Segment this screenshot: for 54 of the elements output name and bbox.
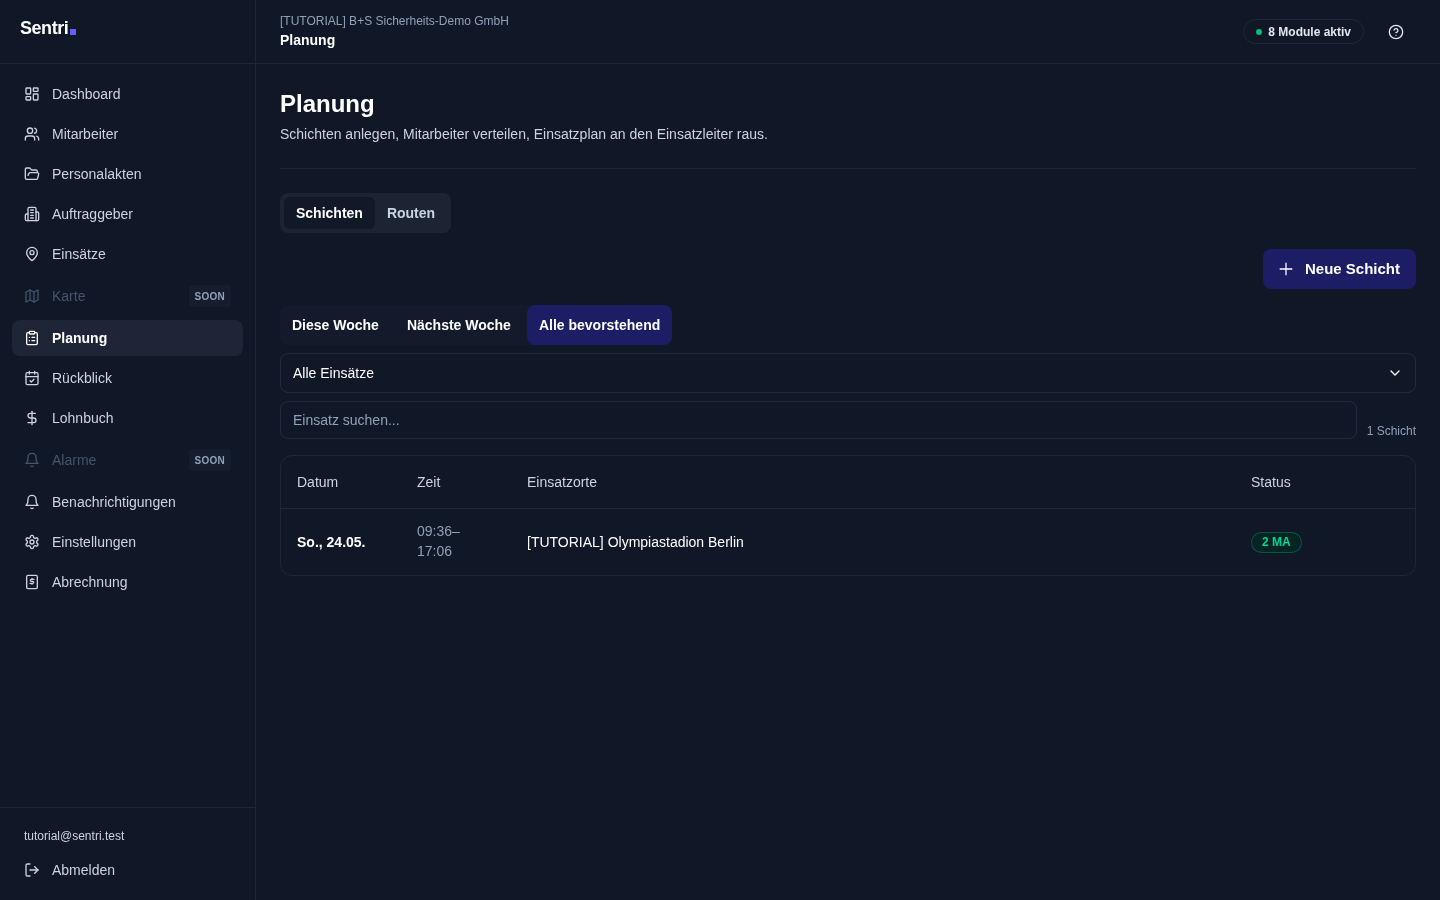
result-count: 1 Schicht <box>1366 423 1416 439</box>
plus-icon <box>1278 262 1293 276</box>
period-tab[interactable]: Diese Woche <box>280 305 391 345</box>
view-tab[interactable]: Routen <box>374 197 448 229</box>
bell-icon <box>24 452 40 468</box>
users-icon <box>24 126 40 142</box>
clipboard-list-icon <box>24 330 40 346</box>
user-email: tutorial@sentri.test <box>23 828 126 844</box>
bell-icon <box>24 494 40 510</box>
time-cell-text: 09:36–17:06 <box>417 522 461 561</box>
sidebar-nav-item[interactable]: Einstellungen <box>12 524 243 560</box>
settings-icon <box>24 534 40 550</box>
sidebar-nav-item[interactable]: Abrechnung <box>12 564 243 600</box>
date-cell: So., 24.05. <box>297 534 366 550</box>
logout-icon <box>24 862 40 878</box>
soon-badge: SOON <box>188 285 231 307</box>
sidebar-nav-item[interactable]: Mitarbeiter <box>12 116 243 152</box>
building-icon <box>24 206 40 222</box>
column-header: Status <box>1251 474 1291 490</box>
map-icon <box>24 288 40 304</box>
page-breadcrumb: Planung <box>280 31 337 50</box>
map-pin-icon <box>24 246 40 262</box>
location-cell: [TUTORIAL] Olympiastadion Berlin <box>527 534 744 550</box>
mission-filter-dropdown[interactable]: Alle Einsätze <box>280 353 1416 393</box>
column-header: Datum <box>297 474 339 490</box>
period-tab[interactable]: Alle bevorstehend <box>526 305 673 345</box>
help-icon <box>1388 23 1404 40</box>
dollar-document-icon <box>24 574 40 590</box>
column-header: Zeit <box>417 474 441 490</box>
period-tab[interactable]: Nächste Woche <box>394 305 523 345</box>
search-field[interactable]: Einsatz suchen... <box>280 401 1357 439</box>
sidebar-nav-item[interactable]: Benachrichtigungen <box>12 484 243 520</box>
view-tab[interactable]: Schichten <box>284 197 375 229</box>
dollar-icon <box>24 410 40 426</box>
status-badge: 2 MA <box>1251 531 1302 553</box>
modules-label: 8 Module aktiv <box>1268 23 1351 40</box>
sidebar-nav-item[interactable]: Personalakten <box>12 156 243 192</box>
layout-grid-icon <box>24 86 40 102</box>
sidebar-nav-item[interactable]: Lohnbuch <box>12 400 243 436</box>
sidebar-nav-item[interactable]: Einsätze <box>12 236 243 272</box>
page-title: Planung <box>280 89 375 119</box>
calendar-check-icon <box>24 370 40 386</box>
sidebar-nav-item[interactable]: Planung <box>12 320 243 356</box>
sidebar-nav-item[interactable]: Dashboard <box>12 76 243 112</box>
soon-badge: SOON <box>188 449 231 471</box>
folder-icon <box>24 166 40 182</box>
sidebar-nav-item[interactable]: Rückblick <box>12 360 243 396</box>
sidebar-nav-item[interactable]: Auftraggeber <box>12 196 243 232</box>
page-subtitle: Schichten anlegen, Mitarbeiter verteilen, Einsatzplan an den Einsatzleiter raus. <box>280 125 768 144</box>
new-shift-button[interactable]: Neue Schicht <box>1262 249 1416 289</box>
logo-text: Sentri <box>20 17 69 40</box>
organization-name: [TUTORIAL] B+S Sicherheits-Demo GmbH <box>280 13 509 29</box>
column-header: Einsatzorte <box>527 474 598 490</box>
logout-link[interactable]: Abmelden <box>12 852 243 888</box>
